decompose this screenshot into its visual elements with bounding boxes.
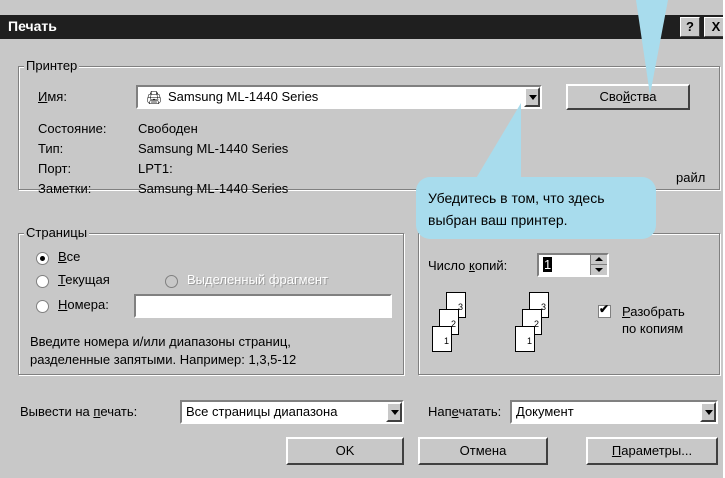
callout-text: Убедитесь в том, что здесь выбран ваш пр… (428, 187, 605, 231)
callout-line1: Убедитесь в том, что здесь (428, 190, 605, 206)
callout-line2: выбран ваш принтер. (428, 212, 568, 228)
callout-pointer-printer (475, 103, 521, 180)
callout-pointers (475, 0, 668, 180)
callout-pointer-top (636, 0, 668, 95)
